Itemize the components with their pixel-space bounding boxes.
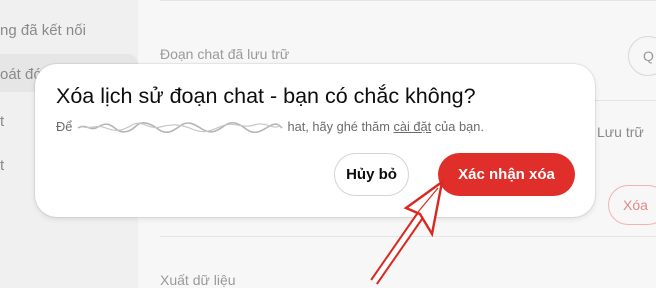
redacted-text bbox=[77, 121, 283, 133]
delete-history-dialog: Xóa lịch sử đoạn chat - bạn có chắc khôn… bbox=[35, 64, 595, 217]
delete-all-label: Xóa bbox=[623, 197, 648, 213]
desc-end: của bạn. bbox=[434, 119, 484, 134]
red-arrow-icon bbox=[370, 179, 444, 285]
sidebar-item-4[interactable]: t bbox=[0, 157, 4, 174]
sidebar-item-connected[interactable]: ng đã kết nối bbox=[0, 22, 86, 39]
archive-all-button[interactable]: Lưu trữ bbox=[597, 124, 644, 140]
delete-all-button[interactable]: Xóa bbox=[608, 185, 656, 225]
desc-middle: hat, hãy ghé thăm bbox=[287, 119, 390, 134]
manage-archived-label: Q bbox=[643, 48, 654, 64]
dialog-title: Xóa lịch sử đoạn chat - bạn có chắc khôn… bbox=[56, 84, 476, 108]
dialog-description: Để hat, hãy ghé thăm cài đặt của bạn. bbox=[56, 119, 484, 134]
divider bbox=[160, 0, 656, 1]
export-data-label: Xuất dữ liệu bbox=[160, 272, 236, 288]
archived-chats-label: Đoạn chat đã lưu trữ bbox=[160, 46, 290, 62]
desc-start: Để bbox=[56, 119, 73, 134]
settings-link[interactable]: cài đặt bbox=[394, 119, 432, 134]
sidebar-item-3[interactable]: t bbox=[0, 113, 4, 130]
